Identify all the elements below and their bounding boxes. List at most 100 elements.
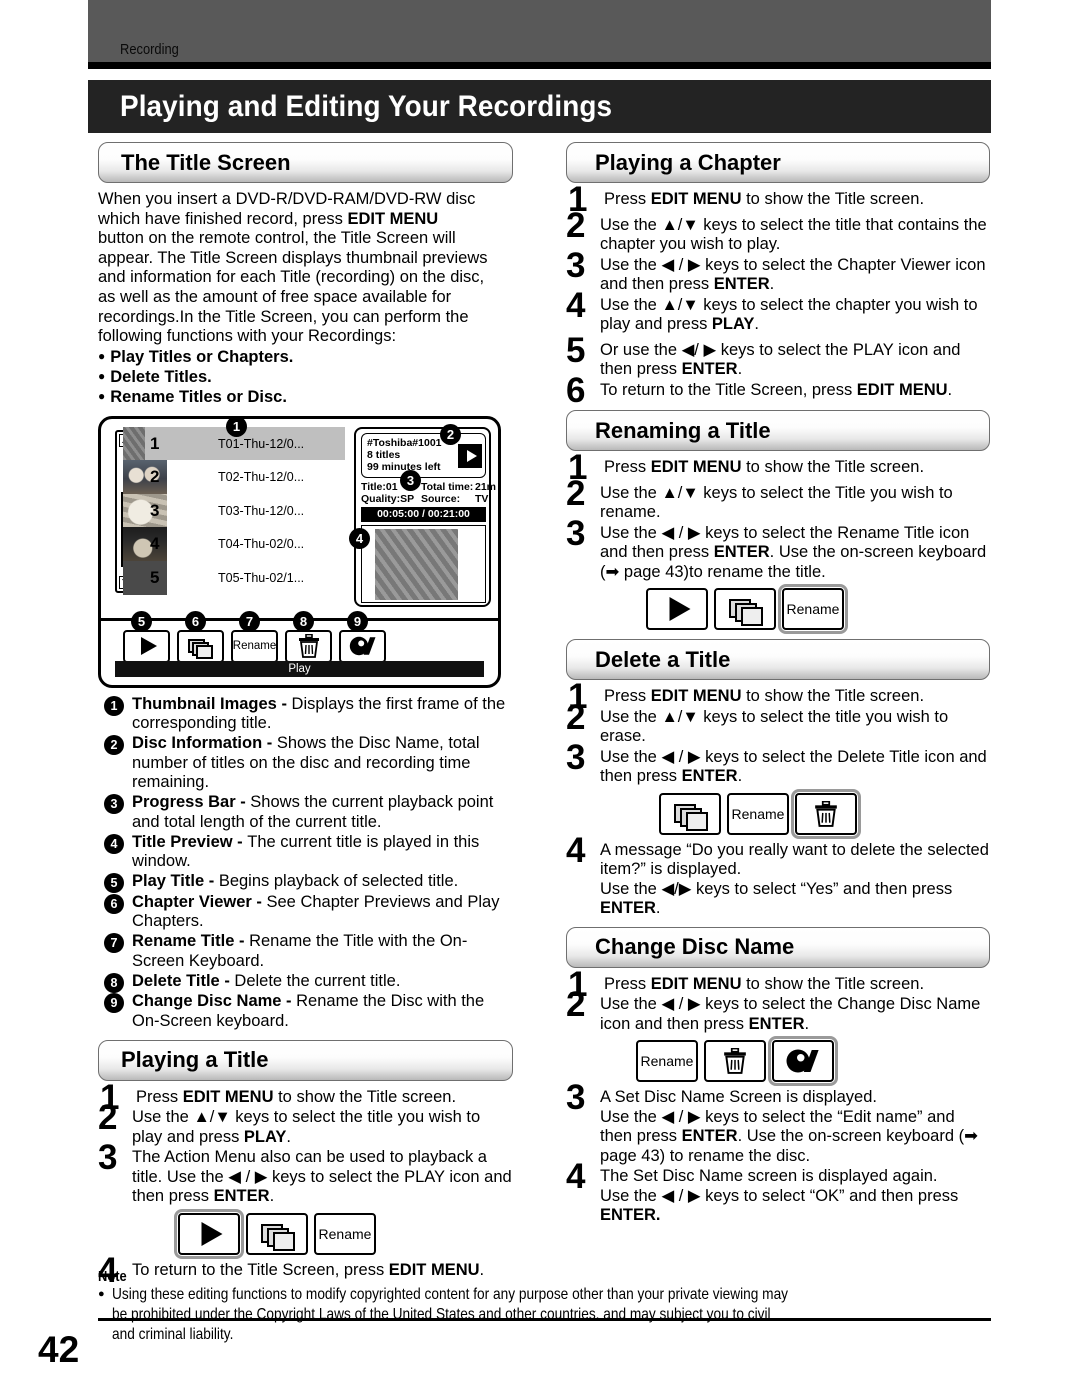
step-text: Use the ◀ / ▶ keys to select the Change … <box>600 995 981 1033</box>
delete-icon-button[interactable] <box>704 1040 766 1082</box>
step-number: 3 <box>566 513 586 553</box>
step-text: Or use the ◀/ ▶ keys to select the PLAY … <box>600 340 961 379</box>
step: 1 Press EDIT MENU to show the Title scre… <box>566 679 990 714</box>
bullet-item: Rename Titles or Disc. <box>98 388 513 408</box>
rename-icon-button[interactable]: Rename <box>778 584 848 634</box>
step: 2 Use the ▲/▼ keys to select the title y… <box>98 1100 513 1147</box>
meta-total-time-value: 21m <box>475 480 497 493</box>
callout-5: 5 <box>131 610 152 632</box>
meta-total-time-label: Total time: <box>421 480 474 493</box>
bullet-item: Delete Titles. <box>98 368 513 388</box>
play-title-button[interactable] <box>123 629 170 663</box>
title-list-row[interactable]: 3 T03-Thu-12/0... <box>145 494 345 528</box>
section-change-disc-name: Change Disc Name <box>566 926 990 968</box>
chapter-viewer-icon-button[interactable] <box>659 792 721 835</box>
step-text: Use the ▲/▼ keys to select the title you… <box>132 1108 481 1146</box>
callout-4: 4 <box>349 527 370 549</box>
manual-page: Recording Playing and Editing Your Recor… <box>0 0 1080 1397</box>
step-number: 5 <box>566 330 586 370</box>
callout-6: 6 <box>185 610 206 632</box>
bullet-item: Play Titles or Chapters. <box>98 348 513 368</box>
step: 3 Use the ◀ / ▶ keys to select the Renam… <box>566 516 990 583</box>
callout-8: 8 <box>293 610 314 632</box>
para-line: recordings.In the Title Screen, you can … <box>98 307 469 326</box>
row-index: 4 <box>150 534 160 553</box>
para-line: as well as the amount of free space avai… <box>98 287 452 306</box>
rename-title-button[interactable]: Rename <box>231 629 278 663</box>
section-heading: The Title Screen <box>121 149 291 175</box>
play-indicator-icon <box>458 443 482 468</box>
row-index: 1 <box>150 433 160 453</box>
step-text: Use the ◀ / ▶ keys to select the Chapter… <box>600 255 986 294</box>
step-text: Use the ▲/▼ keys to select the title tha… <box>600 215 987 254</box>
legend-term: Thumbnail Images - <box>132 694 292 713</box>
playing-a-chapter-steps: 1 Press EDIT MENU to show the Title scre… <box>566 182 990 408</box>
step-text: To return to the Title Screen, press EDI… <box>600 380 953 399</box>
step-text: Press EDIT MENU to show the Title screen… <box>604 458 925 476</box>
section-heading: Playing a Title <box>121 1047 269 1073</box>
title-list-row[interactable]: 2 T02-Thu-12/0... <box>145 460 345 494</box>
step-text: Use the ▲/▼ keys to select the title you… <box>600 707 949 746</box>
chapter-viewer-button[interactable] <box>177 629 224 663</box>
step: 6 To return to the Title Screen, press E… <box>566 373 990 408</box>
row-title: T03-Thu-12/0... <box>218 503 305 518</box>
row-index: 5 <box>150 567 160 587</box>
callout-3: 3 <box>400 469 421 491</box>
change-disc-name-icon-button[interactable] <box>768 1036 838 1086</box>
delete-icon-button[interactable] <box>791 788 861 839</box>
legend-number: 3 <box>104 794 124 815</box>
rename-label: Rename <box>786 601 840 617</box>
step-text: Press EDIT MENU to show the Title screen… <box>604 687 925 705</box>
meta-source-label: Source: <box>421 492 461 505</box>
title-list-row[interactable]: 4 T04-Thu-02/0... <box>145 527 345 561</box>
legend-term: Disc Information - <box>132 734 277 753</box>
rename-icon-button[interactable]: Rename <box>727 792 789 835</box>
preview-image <box>375 528 458 600</box>
step-text: The Set Disc Name screen is displayed ag… <box>600 1167 959 1224</box>
rename-icon-button[interactable]: Rename <box>314 1212 376 1255</box>
para-line: appear. The Title Screen displays thumbn… <box>98 248 488 267</box>
legend-item: 3 Progress Bar - Shows the current playb… <box>98 793 513 832</box>
legend-number: 9 <box>104 993 124 1014</box>
legend-item: 2 Disc Information - Shows the Disc Name… <box>98 734 513 792</box>
step-number: 2 <box>98 1098 118 1138</box>
row-index: 2 <box>150 467 160 486</box>
step: 2 Use the ▲/▼ keys to select the Title y… <box>566 476 990 523</box>
play-icon-button[interactable] <box>646 588 708 630</box>
title-preview-window <box>361 524 486 603</box>
rename-icon-button[interactable]: Rename <box>636 1040 698 1082</box>
chapter-title-bar: Playing and Editing Your Recordings <box>88 80 991 133</box>
step: 2 Use the ◀ / ▶ keys to select the Chang… <box>566 987 990 1034</box>
legend-term: Change Disc Name - <box>132 992 297 1011</box>
rename-label: Rename <box>731 805 785 822</box>
callout-1: 1 <box>226 415 247 437</box>
title-list-row[interactable]: 5 T05-Thu-02/1... <box>145 561 345 595</box>
note-heading: Note <box>98 1268 127 1285</box>
section-playing-a-chapter: Playing a Chapter <box>566 142 990 183</box>
step: 1 Press EDIT MENU to show the Title scre… <box>566 967 990 1002</box>
chapter-viewer-icon-button[interactable] <box>714 588 776 630</box>
rename-label: Rename <box>640 1053 694 1069</box>
section-playing-a-title: Playing a Title <box>98 1039 513 1081</box>
legend-number: 4 <box>104 833 124 854</box>
delete-a-title-final-step: 4 A message “Do you really want to delet… <box>566 833 990 919</box>
legend-item: 6 Chapter Viewer - See Chapter Previews … <box>98 893 513 932</box>
title-screen-bullets: Play Titles or Chapters. Delete Titles. … <box>98 348 513 408</box>
change-disc-name-button[interactable] <box>339 629 386 663</box>
play-icon-button[interactable] <box>174 1208 244 1259</box>
running-head-label: Recording <box>120 41 179 58</box>
chapter-viewer-icon-button[interactable] <box>246 1212 308 1255</box>
legend-desc: Delete the current title. <box>234 971 401 990</box>
step: 1 Press EDIT MENU to show the Title scre… <box>566 450 990 485</box>
meta-line-title: Title:01 Total time: 21m <box>361 481 496 493</box>
legend-item: 4 Title Preview - The current title is p… <box>98 833 513 872</box>
note-block: Note ● Using these editing functions to … <box>98 1268 991 1345</box>
progress-bar: 00:05:00 / 00:21:00 <box>361 506 486 522</box>
step: 3 The Action Menu also can be used to pl… <box>98 1140 513 1207</box>
step: 4 The Set Disc Name screen is displayed … <box>566 1159 990 1226</box>
step-text: A message “Do you really want to delete … <box>600 840 989 918</box>
title-screen-paragraph: When you insert a DVD-R/DVD-RAM/DVD-RW d… <box>98 190 513 347</box>
delete-title-button[interactable] <box>285 629 332 663</box>
legend-term: Progress Bar - <box>132 793 251 812</box>
legend-term: Title Preview - <box>132 832 248 851</box>
